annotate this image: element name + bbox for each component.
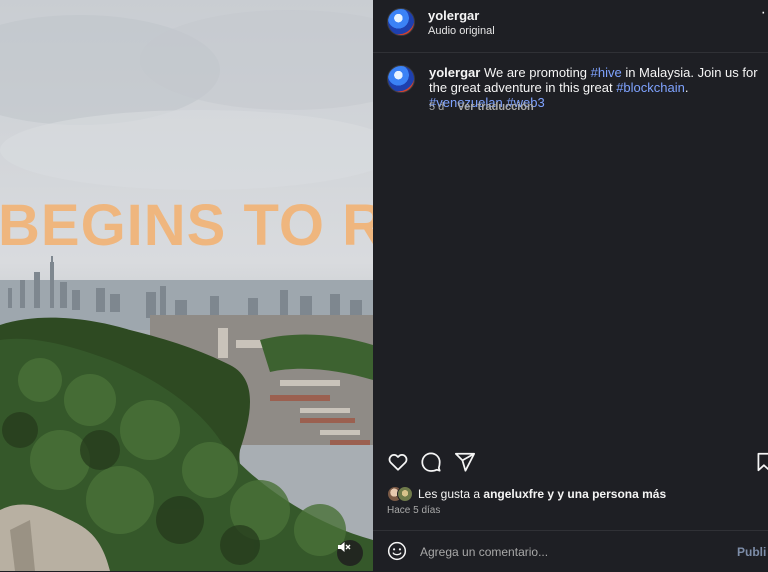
caption-part: We are promoting [483,65,591,80]
like-button[interactable] [387,451,409,478]
more-options-button[interactable]: · [761,5,766,21]
author-avatar[interactable] [387,8,415,36]
emoji-button[interactable] [387,541,407,566]
likes-prefix: Les gusta a [418,487,484,501]
likes-summary[interactable]: Les gusta a angeluxfre y y una persona m… [387,486,666,502]
post-timestamp[interactable]: Hace 5 días [387,505,440,516]
caption-age: 5 d [429,101,445,113]
post-details-panel: yolergar Audio original · yolergar We ar… [373,0,768,571]
liker-avatar [397,486,413,502]
audio-label[interactable]: Audio original [428,25,495,37]
comment-button[interactable] [420,451,442,478]
comment-bar: Agrega un comentario... Publi [373,530,768,572]
see-translation-link[interactable]: Ver traducción [457,101,533,113]
action-bar [387,451,768,475]
post-media[interactable]: BEGINS TO RI [0,0,373,571]
share-button[interactable] [454,451,476,478]
send-icon [454,452,476,472]
post-header: yolergar Audio original · [373,0,768,53]
city-landscape-image [0,10,373,571]
mute-button[interactable] [337,540,363,566]
heart-icon [388,454,408,471]
video-overlay-text: BEGINS TO RI [0,193,373,258]
likes-text: Les gusta a angeluxfre y y una persona m… [418,487,666,501]
emoji-icon [387,541,407,561]
mute-icon [338,542,351,552]
save-button[interactable] [756,451,768,478]
caption-meta: 5 d Ver traducción [429,101,544,113]
author-username[interactable]: yolergar [428,8,479,23]
caption-author-username[interactable]: yolergar [429,65,480,80]
more-icon: · [760,4,766,21]
likes-users[interactable]: angeluxfre y y una persona más [483,487,666,501]
hashtag-link[interactable]: #blockchain [616,80,685,95]
comment-input[interactable]: Agrega un comentario... [420,545,548,559]
publish-button[interactable]: Publi [737,545,766,559]
caption-part: . [684,80,689,95]
comment-icon [421,452,441,472]
bookmark-icon [757,452,768,472]
caption-author-avatar[interactable] [387,65,415,93]
hashtag-link[interactable]: #hive [591,65,622,80]
